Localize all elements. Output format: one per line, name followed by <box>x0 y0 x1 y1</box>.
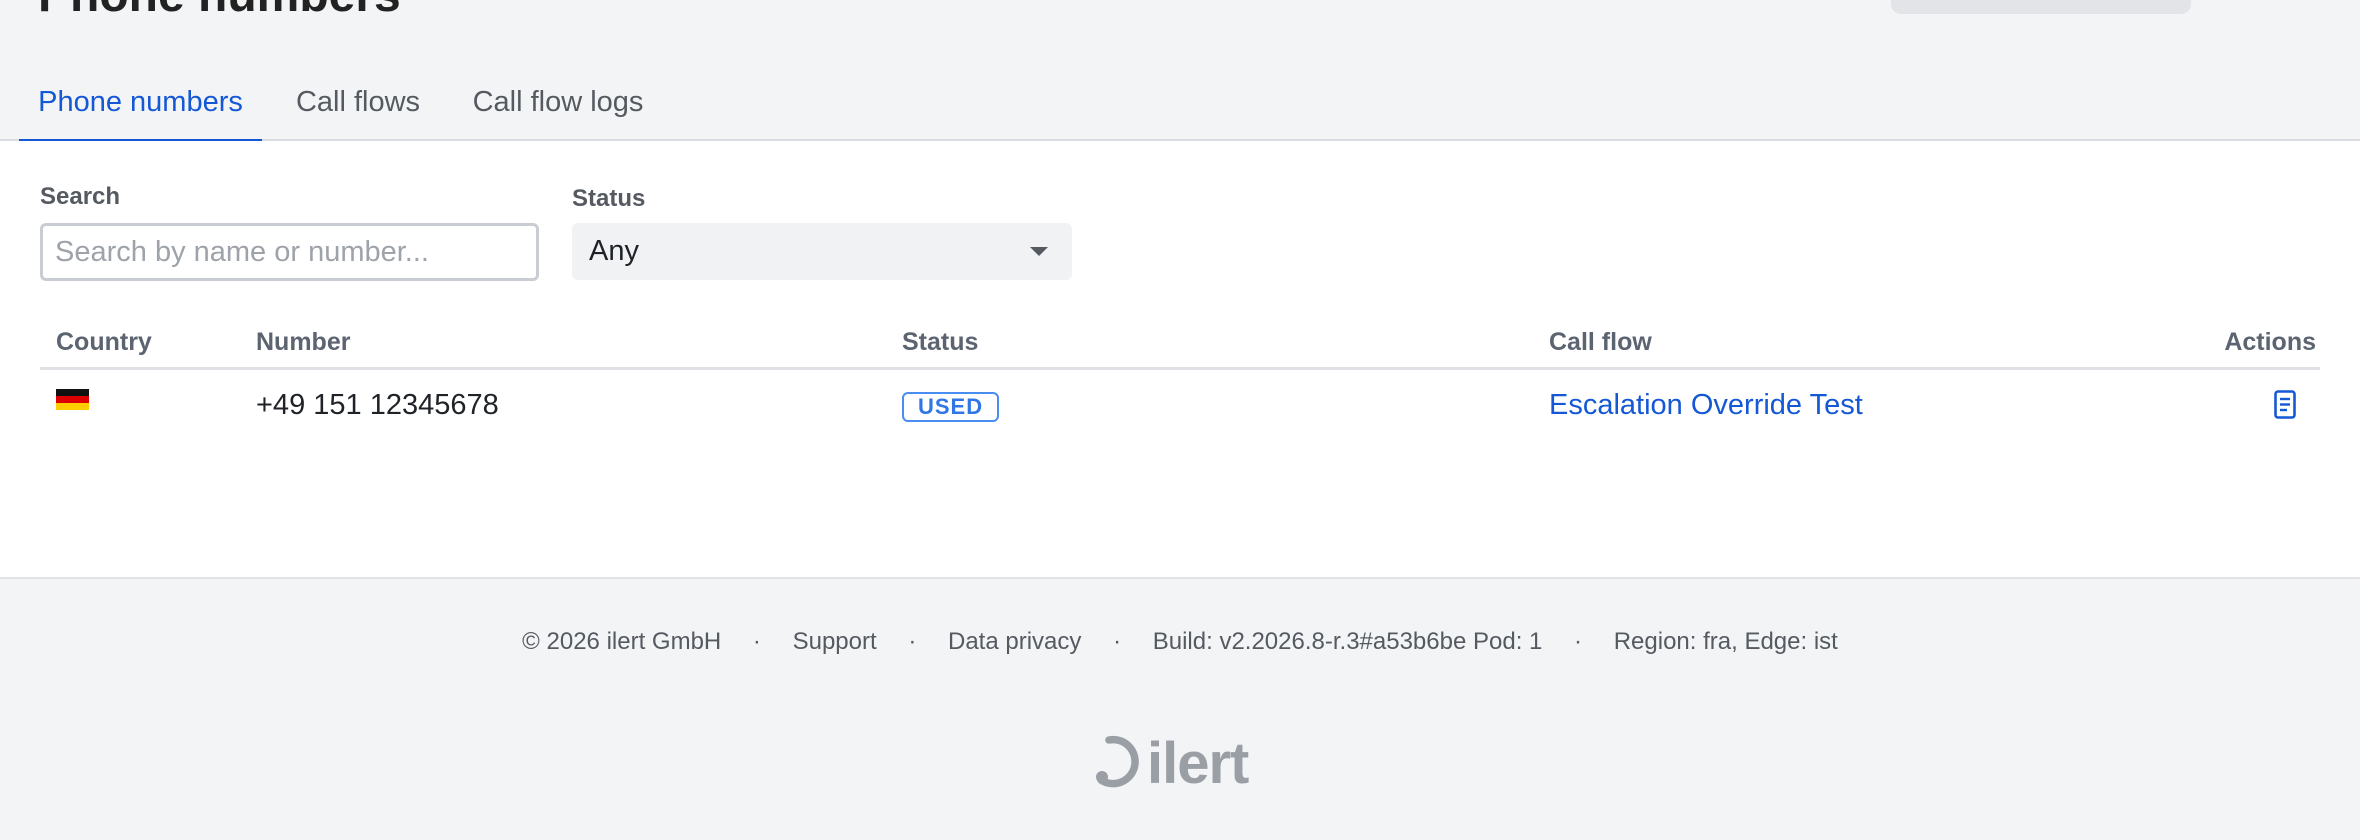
tab-call-flows[interactable]: Call flows <box>286 70 430 141</box>
phone-number: +49 151 12345678 <box>256 389 499 421</box>
status-select-value: Any <box>589 235 639 267</box>
page-header: Phone numbers Phone numbers Call flows C… <box>0 0 2360 143</box>
column-header-status: Status <box>902 328 979 356</box>
column-header-number: Number <box>256 328 351 356</box>
table-row: +49 151 12345678 USED Escalation Overrid… <box>40 370 2320 440</box>
footer-copyright: © 2026 ilert GmbH <box>522 627 722 655</box>
footer-privacy-link[interactable]: Data privacy <box>948 628 1081 656</box>
footer-separator: · <box>1574 627 1583 655</box>
tab-bar: Phone numbers Call flows Call flow logs <box>0 70 2360 143</box>
footer-links: © 2026 ilert GmbH · Support · Data priva… <box>0 627 2360 667</box>
footer-support-link[interactable]: Support <box>793 628 877 656</box>
column-header-country: Country <box>56 328 152 356</box>
tab-phone-numbers[interactable]: Phone numbers <box>19 70 262 143</box>
caret-down-icon <box>1030 247 1048 256</box>
column-header-actions: Actions <box>2224 328 2316 356</box>
header-action-button[interactable] <box>1891 0 2191 14</box>
footer-build-info: Build: v2.2026.8-r.3#a53b6be Pod: 1 <box>1152 627 1543 655</box>
logo-wordmark: ilert <box>1147 733 1249 791</box>
footer-separator: · <box>1113 627 1122 655</box>
footer-region-info: Region: fra, Edge: ist <box>1613 627 1838 655</box>
phone-numbers-panel: Search Status Any Country Number Status … <box>0 141 2360 579</box>
status-badge: USED <box>902 392 1000 422</box>
table-header: Country Number Status Call flow Actions <box>40 314 2320 370</box>
status-filter-label: Status <box>572 185 646 212</box>
call-flow-link[interactable]: Escalation Override Test <box>1549 370 1863 440</box>
column-header-call-flow: Call flow <box>1549 328 1652 356</box>
ilert-logo: ilert <box>1089 731 1269 796</box>
page-title: Phone numbers <box>38 0 401 20</box>
search-label: Search <box>40 183 121 210</box>
tab-call-flow-logs[interactable]: Call flow logs <box>464 70 652 141</box>
status-select[interactable]: Any <box>572 223 1072 280</box>
search-input[interactable] <box>40 223 539 281</box>
footer-separator: · <box>908 627 917 655</box>
footer-separator: · <box>752 627 761 655</box>
document-icon[interactable] <box>2274 390 2296 419</box>
flag-de-icon <box>56 389 89 410</box>
